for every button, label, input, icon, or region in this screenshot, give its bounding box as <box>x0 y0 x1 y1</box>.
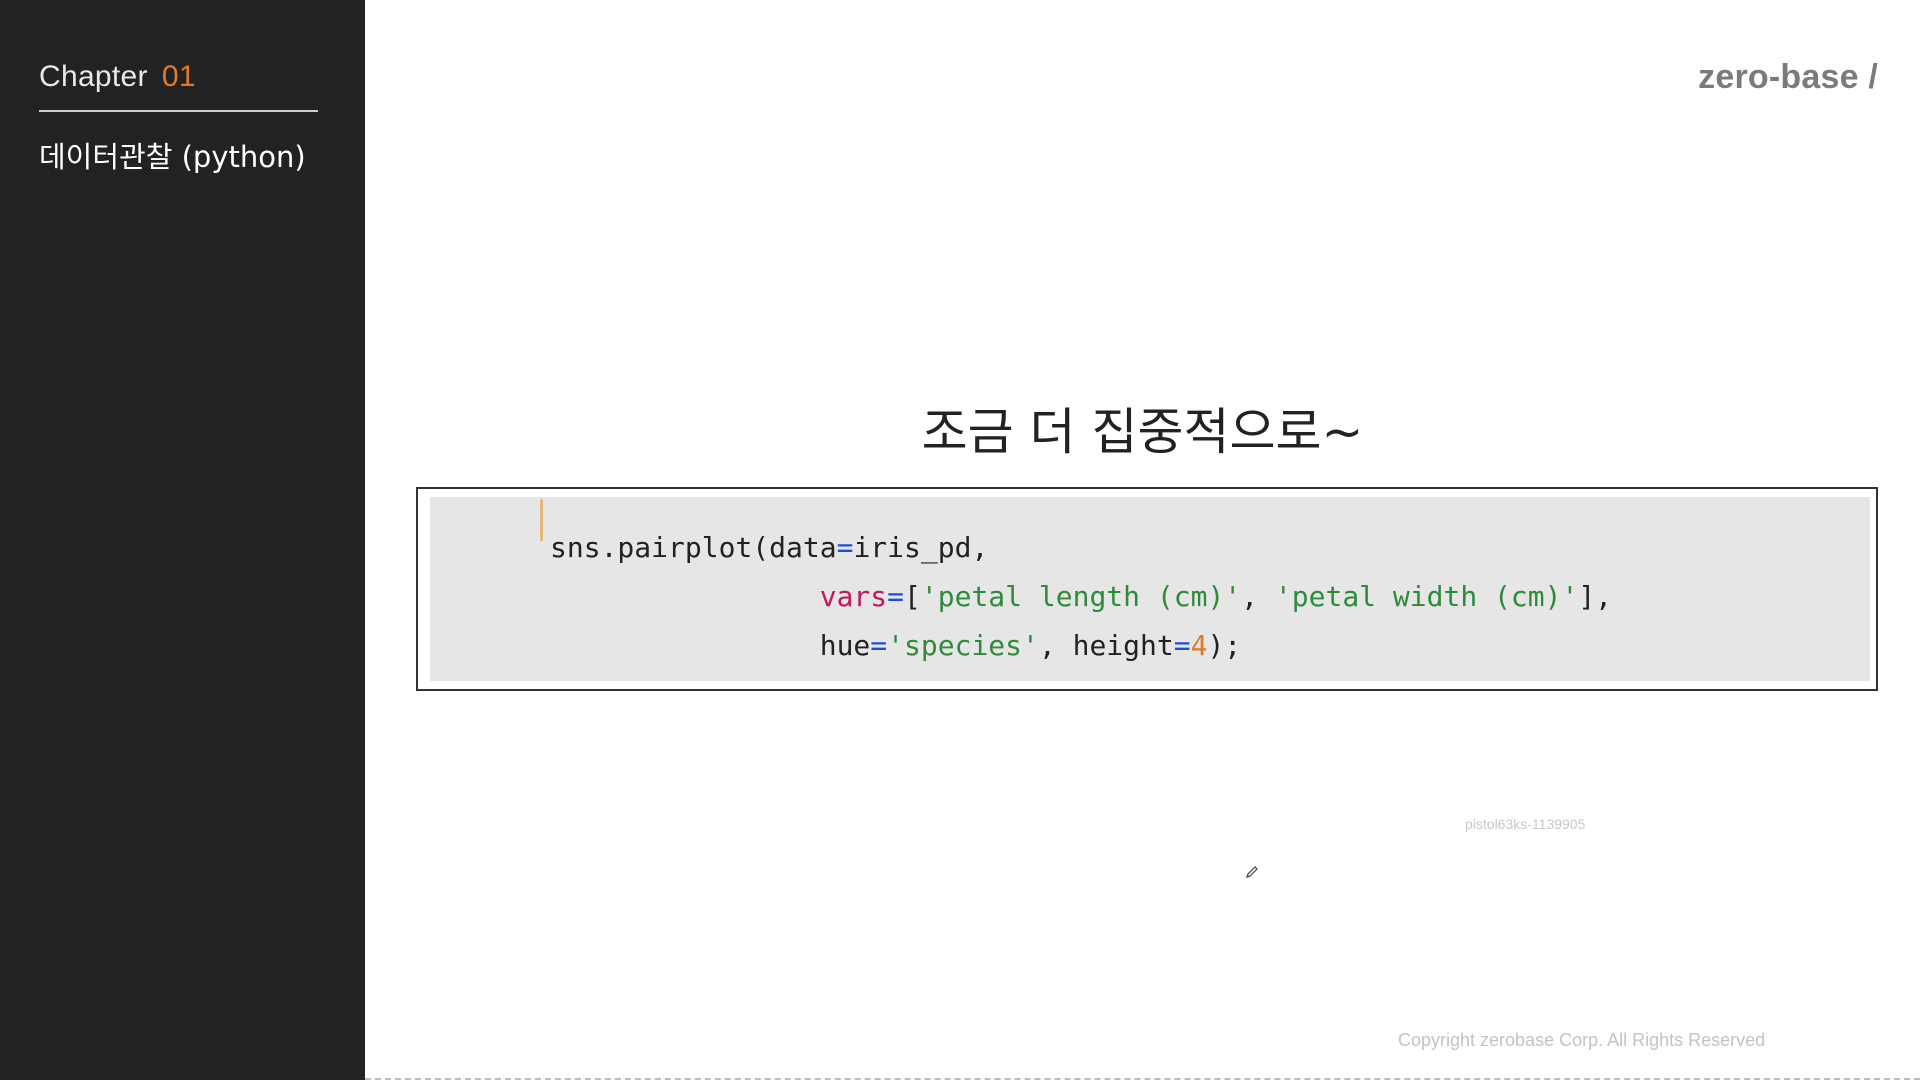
code-operator: = <box>1173 629 1191 662</box>
code-block: sns.pairplot(data=iris_pd, vars=['petal … <box>416 487 1878 691</box>
code-operator: = <box>836 531 854 564</box>
code-close: ); <box>1207 629 1242 662</box>
chapter-divider <box>39 110 318 112</box>
code-bracket: ], <box>1578 580 1613 613</box>
code-bracket: [ <box>904 580 921 613</box>
code-operator: = <box>870 629 888 662</box>
chapter-number: 01 <box>161 60 196 93</box>
pencil-icon <box>1246 866 1258 878</box>
chapter-word: Chapter <box>39 60 148 93</box>
zero-base-logo: zero-base / <box>1698 58 1878 96</box>
code-string: 'species' <box>887 629 1039 662</box>
text-cursor <box>540 499 543 541</box>
code-call: sns.pairplot(data <box>550 531 837 564</box>
code-arg: iris_pd, <box>853 531 989 564</box>
code-string: 'petal length (cm)' <box>920 580 1242 613</box>
chapter-label: Chapter 01 <box>39 60 196 94</box>
code-keyword: vars <box>819 580 888 613</box>
code-separator: , <box>1241 580 1275 613</box>
code-keyword-plain: hue <box>819 629 871 662</box>
slide-heading: 조금 더 집중적으로~ <box>921 403 1364 461</box>
code-cell[interactable]: sns.pairplot(data=iris_pd, vars=['petal … <box>430 497 1870 681</box>
sidebar: Chapter 01 데이터관찰 (python) <box>0 0 365 1080</box>
code-operator: = <box>887 580 905 613</box>
code-string: 'petal width (cm)' <box>1274 580 1579 613</box>
watermark-id: pistol63ks-1139905 <box>1465 816 1586 832</box>
code-separator: , height <box>1038 629 1174 662</box>
code-number: 4 <box>1190 629 1208 662</box>
sidebar-title: 데이터관찰 (python) <box>39 140 306 174</box>
code-text: sns.pairplot(data=iris_pd, vars=['petal … <box>550 523 1612 670</box>
copyright-text: Copyright zerobase Corp. All Rights Rese… <box>1398 1030 1766 1050</box>
